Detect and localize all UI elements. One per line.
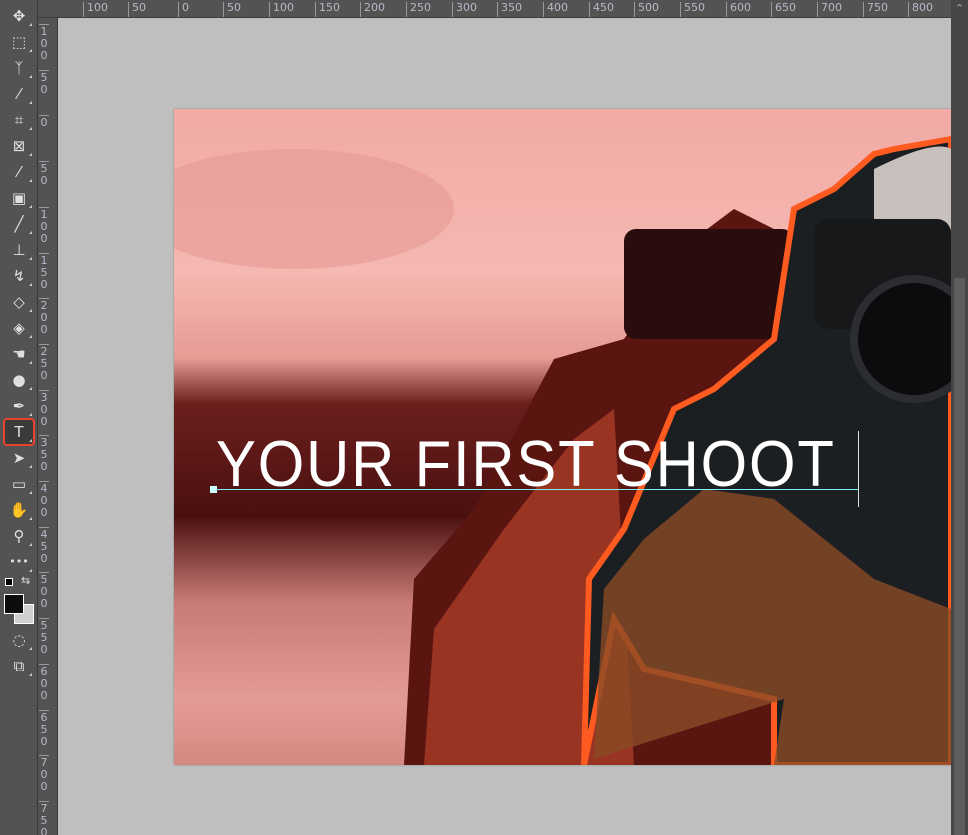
- lasso-tool-icon[interactable]: ᛉ: [5, 56, 33, 80]
- ruler-label: 100: [83, 2, 108, 17]
- vertical-ruler[interactable]: 1005005010015020025030035040045050055060…: [38, 18, 58, 835]
- ruler-label: 0: [39, 115, 49, 130]
- history-brush-tool-icon[interactable]: ↯: [5, 264, 33, 288]
- ruler-label: 700: [817, 2, 842, 17]
- frame-tool-icon[interactable]: ⊠: [5, 134, 33, 158]
- text-cursor: [858, 431, 859, 507]
- tools-panel: ✥ ⬚ ᛉ ⁄ ⌗ ⊠ ⁄ ▣ ╱ ⊥ ↯ ◇ ◈ ☚ ● ✒ T ➤ ▭ ✋ ⚲ ••• ⇆ ◌ ⧉: [0, 0, 38, 835]
- ruler-label: 300: [452, 2, 477, 17]
- ruler-label: 550: [39, 618, 49, 657]
- ruler-label: 100: [39, 24, 49, 62]
- paint-bucket-tool-icon[interactable]: ◈: [5, 316, 33, 340]
- ruler-label: 50: [39, 161, 49, 188]
- edit-toolbar-icon[interactable]: •••: [5, 550, 33, 574]
- scrollbar-thumb[interactable]: [954, 278, 965, 835]
- ruler-label: 650: [771, 2, 796, 17]
- ruler-label: 150: [39, 252, 49, 291]
- brush-tool-icon[interactable]: ╱: [5, 212, 33, 236]
- ruler-label: 100: [39, 206, 49, 245]
- ruler-label: 100: [269, 2, 294, 17]
- ruler-label: 800: [908, 2, 933, 17]
- ruler-label: 50: [128, 2, 146, 17]
- ruler-label: 50: [223, 2, 241, 17]
- hand-tool-icon[interactable]: ✋: [5, 498, 33, 522]
- ruler-label: 250: [39, 343, 49, 382]
- foreground-color-swatch[interactable]: [4, 594, 24, 614]
- ruler-label: 150: [315, 2, 340, 17]
- ruler-label: 350: [497, 2, 522, 17]
- clone-stamp-tool-icon[interactable]: ⊥: [5, 238, 33, 262]
- smudge-tool-icon[interactable]: ☚: [5, 342, 33, 366]
- default-colors-icon[interactable]: [5, 578, 13, 586]
- ruler-label: 600: [39, 663, 49, 702]
- move-tool-icon[interactable]: ✥: [5, 4, 33, 28]
- ruler-label: 0: [178, 2, 189, 17]
- ruler-label: 500: [39, 572, 49, 611]
- ruler-label: 200: [360, 2, 385, 17]
- lens: [850, 275, 951, 403]
- ruler-label: 650: [39, 709, 49, 748]
- rectangle-tool-icon[interactable]: ▭: [5, 472, 33, 496]
- document-canvas[interactable]: YOUR FIRST SHOOT: [174, 109, 951, 765]
- zoom-tool-icon[interactable]: ⚲: [5, 524, 33, 548]
- ruler-label: 300: [39, 389, 49, 428]
- swap-colors-icon[interactable]: ⇆: [21, 574, 30, 587]
- scroll-up-icon[interactable]: ⌃: [951, 2, 968, 15]
- eraser-tool-icon[interactable]: ◇: [5, 290, 33, 314]
- healing-brush-tool-icon[interactable]: ▣: [5, 186, 33, 210]
- ruler-label: 250: [406, 2, 431, 17]
- ruler-label: 750: [863, 2, 888, 17]
- ruler-label: 700: [39, 755, 49, 794]
- ruler-label: 750: [39, 800, 49, 835]
- eyedropper-tool-icon[interactable]: ⁄: [5, 160, 33, 184]
- crop-tool-icon[interactable]: ⌗: [5, 108, 33, 132]
- text-baseline: [214, 489, 858, 490]
- ruler-label: 600: [726, 2, 751, 17]
- ruler-label: 450: [39, 526, 49, 565]
- pen-tool-icon[interactable]: ✒: [5, 394, 33, 418]
- path-selection-tool-icon[interactable]: ➤: [5, 446, 33, 470]
- vertical-scrollbar[interactable]: ⌃: [951, 0, 968, 835]
- camera-left: [624, 229, 794, 339]
- ruler-label: 50: [39, 69, 49, 96]
- ruler-label: 500: [634, 2, 659, 17]
- cloud: [174, 149, 454, 269]
- screen-mode-icon[interactable]: ⧉: [5, 654, 33, 678]
- quick-mask-icon[interactable]: ◌: [5, 628, 33, 652]
- magic-wand-tool-icon[interactable]: ⁄: [5, 82, 33, 106]
- ruler-label: 200: [39, 298, 49, 337]
- ruler-label: 450: [589, 2, 614, 17]
- ruler-label: 400: [39, 481, 49, 519]
- ruler-label: 550: [680, 2, 705, 17]
- dodge-tool-icon[interactable]: ●: [5, 368, 33, 392]
- horizontal-ruler[interactable]: 0100500501001502002503003504004505005506…: [38, 0, 951, 18]
- marquee-tool-icon[interactable]: ⬚: [5, 30, 33, 54]
- ruler-label: 350: [39, 435, 49, 474]
- ruler-label: 400: [543, 2, 568, 17]
- text-anchor-point[interactable]: [210, 486, 217, 493]
- type-tool-icon[interactable]: T: [3, 418, 35, 446]
